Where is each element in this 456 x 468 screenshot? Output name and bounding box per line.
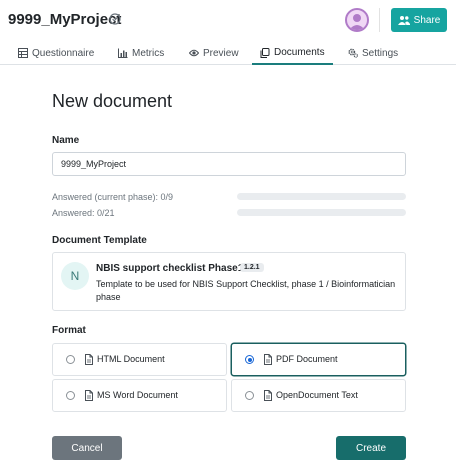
progress-current-phase-text: Answered (current phase): 0/9	[52, 192, 174, 202]
tab-label: Preview	[203, 47, 239, 59]
file-icon	[264, 354, 272, 365]
gears-icon	[348, 48, 358, 58]
bar-chart-icon	[118, 48, 128, 58]
tab-label: Metrics	[132, 47, 165, 59]
header-divider	[379, 8, 380, 32]
document-name-input[interactable]	[52, 152, 406, 176]
format-option-label: PDF Document	[276, 354, 338, 364]
progress-total-bar	[237, 209, 406, 216]
file-icon	[85, 390, 93, 401]
share-label: Share	[413, 14, 441, 26]
progress-current-phase-bar	[237, 193, 406, 200]
format-option-label: OpenDocument Text	[276, 390, 358, 400]
tab-preview[interactable]: Preview	[189, 42, 239, 64]
template-version-badge: 1.2.1	[240, 263, 264, 272]
format-label: Format	[52, 325, 86, 336]
template-description: Template to be used for NBIS Support Che…	[96, 279, 396, 302]
format-option-opendocument[interactable]: OpenDocument Text	[231, 379, 406, 412]
project-tabs: Questionnaire Metrics Preview Documents …	[0, 42, 456, 65]
users-icon	[397, 16, 410, 25]
name-label: Name	[52, 135, 80, 146]
top-bar: 9999_MyProject Share	[0, 0, 456, 40]
format-option-label: HTML Document	[97, 354, 165, 364]
create-button[interactable]: Create	[336, 436, 406, 460]
file-icon	[85, 354, 93, 365]
tab-metrics[interactable]: Metrics	[118, 42, 164, 64]
format-option-label: MS Word Document	[97, 390, 178, 400]
user-avatar[interactable]	[345, 8, 369, 32]
format-radio[interactable]	[66, 355, 75, 364]
tab-label: Settings	[362, 47, 399, 59]
cancel-button[interactable]: Cancel	[52, 436, 122, 460]
table-icon	[18, 48, 28, 58]
template-name: NBIS support checklist Phase1	[96, 263, 244, 274]
template-logo: N	[61, 262, 89, 290]
tab-settings[interactable]: Settings	[348, 42, 398, 64]
format-radio[interactable]	[66, 391, 75, 400]
avatar-person-icon	[349, 14, 365, 30]
format-option-html[interactable]: HTML Document	[52, 343, 227, 376]
format-radio-selected[interactable]	[245, 355, 254, 364]
tab-documents[interactable]: Documents	[252, 42, 333, 65]
tab-label: Documents	[274, 47, 325, 58]
format-option-ms-word[interactable]: MS Word Document	[52, 379, 227, 412]
copy-icon	[260, 47, 270, 58]
share-button[interactable]: Share	[391, 8, 447, 32]
tab-questionnaire[interactable]: Questionnaire	[18, 42, 94, 64]
template-card[interactable]: N NBIS support checklist Phase1 1.2.1 Te…	[52, 252, 406, 311]
project-title: 9999_MyProject	[8, 11, 122, 28]
document-template-label: Document Template	[52, 235, 147, 246]
check-circle-icon	[109, 13, 121, 25]
tab-label: Questionnaire	[32, 47, 95, 59]
file-icon	[264, 390, 272, 401]
format-option-pdf[interactable]: PDF Document	[231, 343, 406, 376]
eye-icon	[189, 49, 199, 57]
progress-total-text: Answered: 0/21	[52, 208, 115, 218]
page-title: New document	[52, 91, 173, 111]
format-radio[interactable]	[245, 391, 254, 400]
